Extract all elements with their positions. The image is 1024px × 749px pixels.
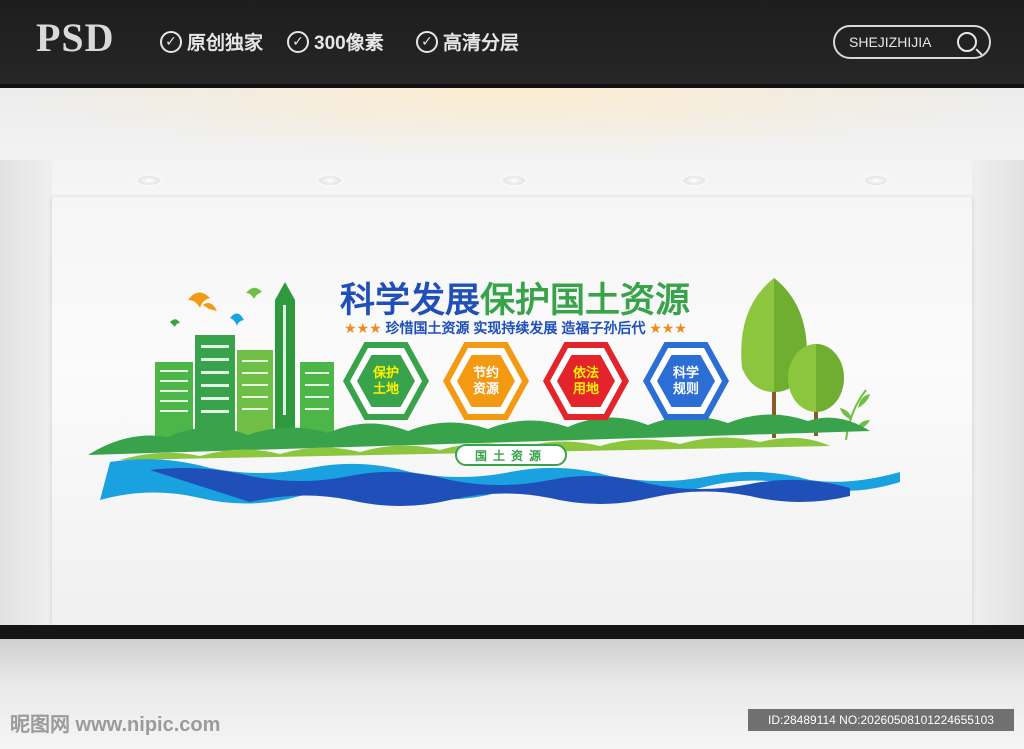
- land-resources-badge: 国土资源: [455, 444, 567, 466]
- hexagon-lawful-land-use: 依法 用地: [543, 342, 629, 420]
- hexagon-line-1: 节约: [472, 365, 499, 380]
- stars-left: ★★★: [344, 320, 382, 336]
- hexagon-line-2: 资源: [472, 381, 499, 396]
- watermark: 昵图网 www.nipic.com: [10, 714, 221, 736]
- city-buildings-icon: [155, 282, 334, 440]
- title-part-1: 科学发展: [340, 281, 481, 320]
- hexagon-line-1: 科学: [672, 365, 699, 380]
- title-part-2: 保护国土资源: [480, 281, 691, 320]
- mural-title: 科学发展保护国土资源: [340, 272, 690, 323]
- hexagon-scientific-planning: 科学 规则: [643, 342, 729, 420]
- hexagon-line-1: 保护: [372, 365, 399, 380]
- hexagon-protect-land: 保护 土地: [343, 342, 429, 420]
- subtitle-text: 珍惜国土资源 实现持续发展 造福子孙后代: [385, 320, 646, 336]
- hexagon-line-2: 用地: [572, 381, 599, 396]
- stars-right: ★★★: [649, 320, 687, 336]
- hexagon-line-2: 土地: [372, 381, 399, 396]
- birds-icon: [170, 287, 262, 327]
- mural-subtitle: ★★★ 珍惜国土资源 实现持续发展 造福子孙后代 ★★★: [344, 318, 687, 338]
- hexagon-line-2: 规则: [672, 381, 699, 396]
- image-id-bar: ID:28489114 NO:20260508101224655103: [748, 709, 1014, 731]
- hexagon-save-resources: 节约 资源: [443, 342, 529, 420]
- hexagon-line-1: 依法: [572, 365, 599, 380]
